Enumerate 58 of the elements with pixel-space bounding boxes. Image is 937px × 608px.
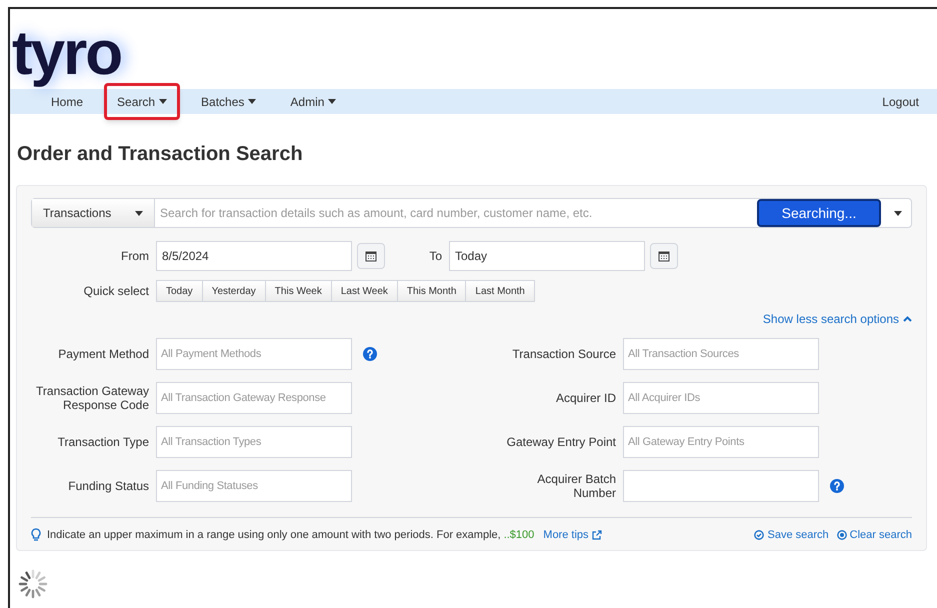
help-icon[interactable] (363, 346, 377, 360)
to-date-field[interactable]: Today (449, 241, 645, 271)
loading-spinner-icon (18, 568, 48, 598)
from-label: From (120, 248, 150, 265)
external-link-icon (592, 530, 602, 540)
clear-search-link[interactable]: Clear search (836, 527, 912, 544)
calendar-button[interactable] (650, 243, 678, 269)
caret-icon (248, 99, 256, 104)
tip-example: ..$100 (504, 528, 534, 543)
check-circle-icon (754, 530, 764, 540)
field-label: Acquirer ID (554, 390, 617, 404)
quick-select-button[interactable]: This Week (264, 280, 332, 302)
save-search-link[interactable]: Save search (754, 527, 829, 544)
page-title: Order and Transaction Search (17, 142, 304, 167)
lightbulb-icon (31, 528, 41, 542)
from-date-field[interactable]: 8/5/2024 (156, 241, 352, 271)
quick-select-label: Quick select (82, 283, 150, 300)
toggle-options-link[interactable]: Show less search options (762, 309, 912, 329)
filter-field[interactable]: All Transaction Gateway Response (156, 382, 352, 414)
quick-select-button[interactable]: Last Week (330, 280, 398, 302)
search-button[interactable]: Searching... (757, 199, 881, 227)
caret-icon (135, 210, 143, 216)
filter-field[interactable]: All Funding Statuses (156, 470, 352, 502)
calendar-button[interactable] (357, 243, 385, 269)
field-label: Funding Status (67, 478, 150, 492)
dot-circle-icon (836, 530, 847, 540)
calendar-icon (658, 250, 670, 262)
more-tips-link[interactable]: More tips (543, 527, 602, 544)
quick-select-button[interactable]: Yesterday (202, 280, 266, 302)
field-label: Payment Method (57, 346, 150, 360)
calendar-icon (365, 250, 377, 262)
filter-field[interactable] (623, 470, 819, 502)
help-icon[interactable] (830, 478, 844, 492)
filter-field[interactable]: All Transaction Sources (623, 338, 819, 370)
caret-icon (159, 99, 168, 104)
nav-item[interactable]: Admin (277, 83, 350, 120)
nav-item[interactable]: Batches (188, 83, 270, 120)
filter-field[interactable]: All Gateway Entry Points (623, 426, 819, 458)
nav-item[interactable]: Search (104, 83, 180, 120)
field-label: Acquirer Batch Number (536, 472, 617, 500)
filter-field[interactable]: All Acquirer IDs (623, 382, 819, 414)
filter-field[interactable]: All Payment Methods (156, 338, 352, 370)
chevron-up-icon (903, 316, 912, 322)
caret-icon (894, 210, 902, 216)
quick-select-button[interactable]: Last Month (465, 280, 535, 302)
to-label: To (428, 248, 443, 265)
logout-link[interactable]: Logout (882, 92, 919, 110)
caret-icon (328, 99, 336, 104)
field-label: Transaction Type (56, 434, 150, 448)
type-select[interactable]: Transactions (32, 199, 155, 227)
quick-select-button[interactable]: This Month (396, 280, 466, 302)
field-label: Transaction Source (511, 346, 617, 360)
quick-select-button[interactable]: Today (156, 280, 203, 302)
field-label: Transaction Gateway Response Code (35, 384, 150, 412)
search-bar[interactable]: Transactions Search for transaction details such as amount, card number, customer name, etc. Searching... (31, 198, 912, 228)
tip-text: Indicate an upper maximum in a range using only one amount with two periods. For example, (47, 528, 501, 543)
field-label: Gateway Entry Point (506, 434, 617, 448)
filter-field[interactable]: All Transaction Types (156, 426, 352, 458)
